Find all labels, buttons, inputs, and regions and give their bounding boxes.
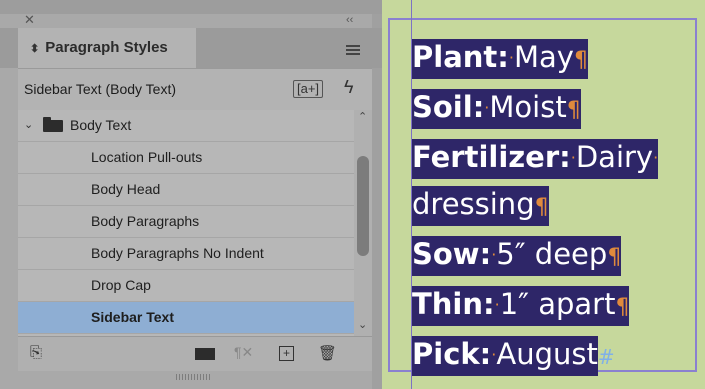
- style-item-body-paragraphs-no-indent[interactable]: Body Paragraphs No Indent: [18, 238, 354, 270]
- text-line-plant[interactable]: Plant:·May¶: [412, 34, 692, 84]
- text-line-soil[interactable]: Soil:·Moist¶: [412, 84, 692, 134]
- style-item-sidebar-text[interactable]: Sidebar Text: [18, 302, 354, 334]
- style-item-label: Body Head: [91, 181, 161, 197]
- current-style-name: Sidebar Text (Body Text): [24, 81, 177, 97]
- chevron-down-icon[interactable]: ⌄: [24, 110, 33, 141]
- panel-title: Paragraph Styles: [45, 39, 168, 56]
- text-line-thin[interactable]: Thin:·1″ apart¶: [412, 281, 692, 331]
- chevron-up-icon[interactable]: ⌃: [358, 110, 367, 123]
- sidebar-text-frame[interactable]: Plant:·May¶ Soil:·Moist¶ Fertilizer:·Dai…: [412, 34, 692, 380]
- style-group-body-text[interactable]: ⌄ Body Text: [18, 110, 354, 142]
- style-item-body-paragraphs[interactable]: Body Paragraphs: [18, 206, 354, 238]
- style-item-label: Body Paragraphs: [91, 213, 200, 229]
- double-chevron-icon[interactable]: ‹‹: [346, 14, 353, 26]
- plus-box-icon[interactable]: +: [279, 346, 294, 361]
- new-group-folder-icon[interactable]: [195, 348, 215, 360]
- text-line-pick[interactable]: Pick:·August#: [412, 331, 692, 380]
- style-item-label: Sidebar Text: [91, 309, 174, 325]
- style-item-location-pull-outs[interactable]: Location Pull-outs: [18, 142, 354, 174]
- tab-paragraph-styles[interactable]: ⬍ Paragraph Styles: [18, 28, 196, 68]
- text-line-sow[interactable]: Sow:·5″ deep¶: [412, 231, 692, 281]
- close-icon[interactable]: ✕: [24, 13, 35, 27]
- lightning-bolt-icon[interactable]: ϟ: [344, 77, 354, 98]
- style-item-label: Body Paragraphs No Indent: [91, 245, 264, 261]
- style-item-body-head[interactable]: Body Head: [18, 174, 354, 206]
- panel-top-bar[interactable]: [0, 0, 382, 14]
- style-item-drop-cap[interactable]: Drop Cap: [18, 270, 354, 302]
- panel-footer: ⎘ ¶✕ + 🗑: [18, 336, 372, 371]
- folder-icon: [43, 117, 63, 132]
- current-style-row: Sidebar Text (Body Text) [a+] ϟ: [18, 68, 372, 111]
- chevron-down-icon[interactable]: ⌄: [358, 318, 367, 331]
- style-item-label: Location Pull-outs: [91, 149, 203, 165]
- scroll-thumb[interactable]: [357, 156, 369, 256]
- resize-grip[interactable]: [176, 374, 210, 380]
- text-line-fertilizer[interactable]: Fertilizer:·Dairy·: [412, 134, 692, 181]
- text-line-dressing[interactable]: dressing¶: [412, 181, 692, 231]
- updown-arrows-icon: ⬍: [30, 43, 40, 55]
- style-group-label: Body Text: [70, 117, 132, 133]
- styles-scrollbar[interactable]: ⌃ ⌄: [354, 110, 372, 336]
- style-item-label: Drop Cap: [91, 277, 151, 293]
- trash-icon[interactable]: 🗑: [318, 344, 337, 362]
- load-styles-icon[interactable]: ⎘: [30, 344, 42, 361]
- styles-list[interactable]: ⌄ Body Text Location Pull-outs Body Head…: [18, 110, 354, 336]
- clear-overrides-icon[interactable]: ¶✕: [234, 344, 253, 361]
- panel-menu-icon[interactable]: [346, 45, 360, 55]
- new-override-button[interactable]: [a+]: [293, 80, 324, 98]
